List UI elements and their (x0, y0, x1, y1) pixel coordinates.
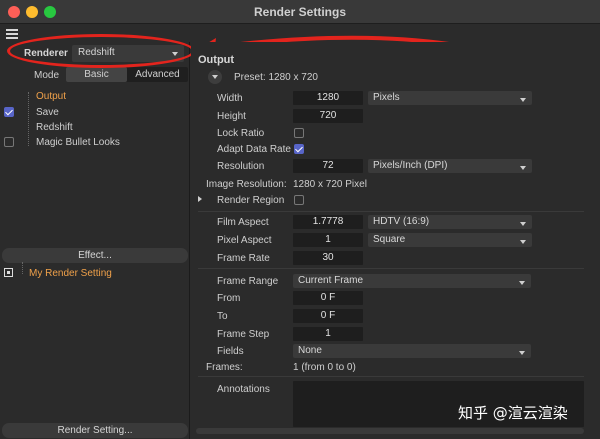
lock-ratio-checkbox[interactable] (294, 128, 304, 138)
width-unit-dropdown[interactable]: Pixels (368, 91, 532, 105)
height-label: Height (217, 111, 246, 122)
film-aspect-label: Film Aspect (217, 217, 269, 228)
from-input[interactable]: 0 F (293, 291, 363, 305)
height-input[interactable]: 720 (293, 109, 363, 123)
width-input[interactable]: 1280 (293, 91, 363, 105)
chevron-right-icon[interactable] (198, 196, 202, 202)
adapt-data-rate-checkbox[interactable] (294, 144, 304, 154)
frame-step-label: Frame Step (217, 329, 270, 340)
image-resolution-value: 1280 x 720 Pixel (293, 179, 367, 190)
chevron-down-icon (520, 166, 526, 170)
chevron-down-icon (520, 240, 526, 244)
chevron-down-icon (519, 281, 525, 285)
pixel-aspect-preset: Square (373, 234, 406, 245)
film-aspect-preset: HDTV (16:9) (373, 216, 430, 227)
from-label: From (217, 293, 241, 304)
divider (198, 211, 584, 212)
to-label: To (217, 311, 228, 322)
pixel-aspect-dropdown[interactable]: Square (368, 233, 532, 247)
frame-rate-label: Frame Rate (217, 253, 270, 264)
film-aspect-dropdown[interactable]: HDTV (16:9) (368, 215, 532, 229)
width-label: Width (217, 93, 243, 104)
film-aspect-input[interactable]: 1.7778 (293, 215, 363, 229)
output-title: Output (198, 54, 235, 66)
fields-label: Fields (217, 346, 244, 357)
chevron-down-icon (520, 222, 526, 226)
chevron-down-icon (520, 98, 526, 102)
chevron-down-icon (519, 351, 525, 355)
lock-ratio-label: Lock Ratio (217, 128, 265, 139)
adapt-data-rate-label: Adapt Data Rate (217, 144, 291, 155)
render-region-label: Render Region (217, 195, 285, 206)
fields-value: None (298, 345, 322, 356)
frame-range-dropdown[interactable]: Current Frame (293, 274, 531, 288)
frame-rate-input[interactable]: 30 (293, 251, 363, 265)
frame-step-input[interactable]: 1 (293, 327, 363, 341)
divider (198, 376, 584, 377)
frames-value: 1 (from 0 to 0) (293, 362, 356, 373)
pixel-aspect-input[interactable]: 1 (293, 233, 363, 247)
resolution-unit-value: Pixels/Inch (DPI) (373, 160, 448, 171)
divider (198, 268, 584, 269)
render-region-checkbox[interactable] (294, 195, 304, 205)
image-resolution-label: Image Resolution: (206, 179, 287, 190)
preset-dropdown-button[interactable] (208, 70, 222, 84)
to-input[interactable]: 0 F (293, 309, 363, 323)
annotations-label: Annotations (217, 384, 270, 395)
resolution-unit-dropdown[interactable]: Pixels/Inch (DPI) (368, 159, 532, 173)
pixel-aspect-label: Pixel Aspect (217, 235, 272, 246)
frames-label: Frames: (206, 362, 243, 373)
resolution-label: Resolution (217, 161, 265, 172)
frame-range-label: Frame Range (217, 276, 279, 287)
resolution-input[interactable]: 72 (293, 159, 363, 173)
fields-dropdown[interactable]: None (293, 344, 531, 358)
watermark: 知乎 @渲云渲染 (458, 404, 568, 422)
width-unit-value: Pixels (373, 92, 400, 103)
frame-range-value: Current Frame (298, 275, 364, 286)
horizontal-scrollbar[interactable] (196, 428, 584, 434)
preset-label: Preset: 1280 x 720 (234, 72, 318, 83)
